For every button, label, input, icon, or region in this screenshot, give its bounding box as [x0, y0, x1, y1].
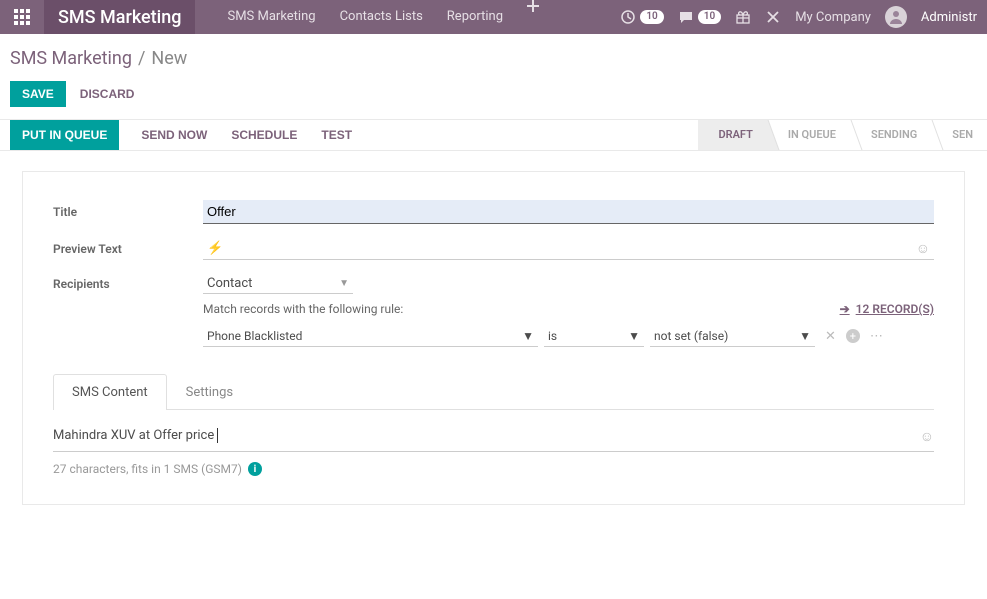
caret-down-icon: ▼: [799, 329, 811, 343]
recipients-label: Recipients: [53, 277, 203, 291]
sms-counter-text: 27 characters, fits in 1 SMS (GSM7): [53, 462, 242, 476]
form-save-row: SAVE DISCARD: [0, 77, 987, 119]
arrow-right-icon: ➔: [840, 302, 850, 316]
schedule-button[interactable]: SCHEDULE: [219, 120, 309, 150]
caret-down-icon: ▼: [339, 278, 349, 289]
emoji-icon[interactable]: ☺: [920, 428, 934, 445]
brand-title: SMS Marketing: [44, 0, 195, 34]
test-button[interactable]: TEST: [309, 120, 364, 150]
nav-links: SMS Marketing Contacts Lists Reporting: [215, 0, 545, 34]
status-bar: DRAFT IN QUEUE SENDING SEN: [698, 120, 987, 150]
lightning-icon[interactable]: ⚡: [207, 241, 223, 256]
send-now-button[interactable]: SEND NOW: [129, 120, 219, 150]
title-input[interactable]: [203, 200, 934, 224]
user-name[interactable]: Administr: [921, 10, 977, 25]
messages-badge: 10: [698, 10, 721, 24]
records-count-text: 12 RECORD(S): [856, 302, 934, 316]
rule-field-select[interactable]: Phone Blacklisted ▼: [203, 326, 538, 347]
match-rule-label: Match records with the following rule:: [203, 302, 403, 316]
user-avatar-icon[interactable]: [885, 6, 907, 28]
nav-sms-marketing[interactable]: SMS Marketing: [215, 0, 327, 34]
sms-counter: 27 characters, fits in 1 SMS (GSM7) i: [53, 452, 934, 476]
records-count-link[interactable]: ➔ 12 RECORD(S): [840, 302, 934, 316]
company-name[interactable]: My Company: [795, 10, 871, 25]
add-rule-icon[interactable]: +: [846, 329, 860, 343]
filter-rule-row: Phone Blacklisted ▼ is ▼ not set (false)…: [203, 326, 934, 347]
breadcrumb-separator: /: [138, 48, 145, 69]
tab-settings[interactable]: Settings: [167, 374, 252, 410]
navbar-right: 10 10 My Company Administr: [620, 6, 987, 28]
nav-contacts-lists[interactable]: Contacts Lists: [328, 0, 435, 34]
nav-reporting[interactable]: Reporting: [435, 0, 515, 34]
action-bar: PUT IN QUEUE SEND NOW SCHEDULE TEST DRAF…: [0, 119, 987, 151]
activity-indicator[interactable]: 10: [620, 9, 663, 25]
save-button[interactable]: SAVE: [10, 81, 66, 107]
tools-icon[interactable]: [765, 9, 781, 25]
recipients-select[interactable]: Contact ▼: [203, 274, 353, 294]
activity-badge: 10: [640, 10, 663, 24]
breadcrumb: SMS Marketing / New: [0, 34, 987, 77]
gift-icon[interactable]: [735, 9, 751, 25]
tab-sms-content[interactable]: SMS Content: [53, 374, 167, 410]
caret-down-icon: ▼: [628, 329, 640, 343]
put-in-queue-button[interactable]: PUT IN QUEUE: [10, 120, 119, 150]
rule-value-select[interactable]: not set (false) ▼: [650, 326, 815, 347]
top-navbar: SMS Marketing SMS Marketing Contacts Lis…: [0, 0, 987, 34]
sms-body-editor[interactable]: Mahindra XUV at Offer price ☺: [53, 410, 934, 452]
form-sheet: Title Preview Text ⚡ ☺ Recipients Contac…: [22, 171, 965, 505]
status-in-queue[interactable]: IN QUEUE: [767, 120, 850, 150]
clock-icon: [620, 9, 636, 25]
rule-value-text: not set (false): [654, 329, 728, 343]
nav-new-icon[interactable]: [515, 0, 545, 34]
title-label: Title: [53, 205, 203, 219]
recipients-value: Contact: [207, 276, 252, 291]
discard-button[interactable]: DISCARD: [80, 87, 135, 101]
rule-field-value: Phone Blacklisted: [207, 329, 302, 343]
apps-icon[interactable]: [0, 0, 44, 34]
more-rule-icon[interactable]: ⋯: [870, 329, 883, 344]
breadcrumb-root[interactable]: SMS Marketing: [10, 48, 132, 69]
rule-operator-value: is: [548, 329, 557, 343]
status-sending[interactable]: SENDING: [850, 120, 931, 150]
info-icon[interactable]: i: [248, 462, 262, 476]
preview-label: Preview Text: [53, 242, 203, 256]
tabs: SMS Content Settings: [53, 373, 934, 410]
delete-rule-icon[interactable]: ✕: [825, 329, 836, 344]
preview-input[interactable]: [229, 241, 910, 256]
breadcrumb-current: New: [151, 48, 187, 69]
chat-icon: [678, 9, 694, 25]
caret-down-icon: ▼: [522, 329, 534, 343]
emoji-icon[interactable]: ☺: [916, 240, 930, 257]
status-draft[interactable]: DRAFT: [698, 120, 766, 150]
sms-body-text: Mahindra XUV at Offer price: [53, 428, 214, 443]
messages-indicator[interactable]: 10: [678, 9, 721, 25]
rule-operator-select[interactable]: is ▼: [544, 326, 644, 347]
